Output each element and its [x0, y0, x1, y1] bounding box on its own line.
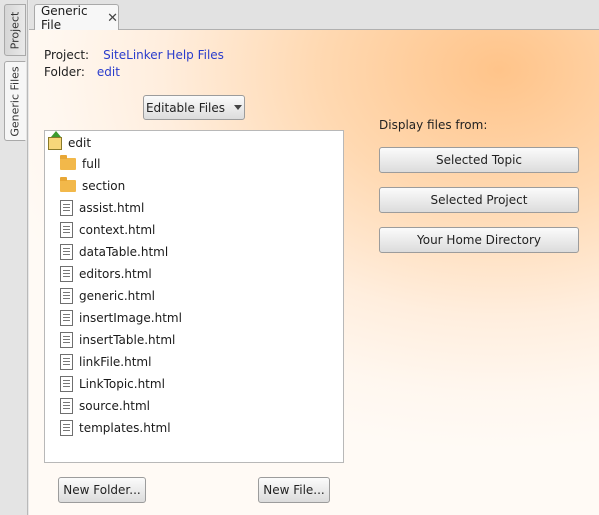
tree-item-label: assist.html — [79, 201, 145, 215]
folder-icon — [60, 155, 76, 170]
list-item[interactable]: generic.html — [60, 285, 155, 307]
tree-root-edit[interactable]: edit — [48, 130, 92, 154]
selected-topic-button[interactable]: Selected Topic — [379, 147, 579, 173]
list-item[interactable]: LinkTopic.html — [60, 373, 165, 395]
file-filter-selected: Editable Files — [145, 100, 226, 115]
file-icon — [60, 310, 73, 326]
list-item[interactable]: section — [60, 175, 125, 197]
file-icon — [60, 222, 73, 238]
tree-item-label: insertImage.html — [79, 311, 182, 325]
display-files-from-label: Display files from: — [379, 118, 488, 132]
generic-file-panel: Project: SiteLinker Help Files Folder: edi… — [29, 30, 599, 515]
project-info: Project: SiteLinker Help Files — [44, 48, 224, 62]
folder-info: Folder: edit — [44, 65, 120, 79]
file-icon — [60, 376, 73, 392]
folder-name: edit — [96, 65, 120, 79]
file-icon — [60, 244, 73, 260]
tree-item-label: LinkTopic.html — [79, 377, 165, 391]
tree-item-label: linkFile.html — [79, 355, 152, 369]
tree-item-label: section — [82, 179, 126, 193]
new-file-button[interactable]: New File... — [258, 477, 330, 503]
list-item[interactable]: editors.html — [60, 263, 152, 285]
list-item[interactable]: insertImage.html — [60, 307, 182, 329]
side-tab-generic-files-label: Generic Files — [8, 65, 22, 137]
side-tab-generic-files[interactable]: Generic Files — [4, 61, 26, 141]
project-name: SiteLinker Help Files — [103, 48, 224, 62]
folder-icon — [60, 177, 76, 192]
close-icon[interactable]: ✕ — [107, 11, 118, 26]
tree-item-label: source.html — [79, 399, 150, 413]
list-item[interactable]: source.html — [60, 395, 150, 417]
list-item[interactable]: dataTable.html — [60, 241, 168, 263]
file-icon — [60, 332, 73, 348]
file-icon — [60, 354, 73, 370]
file-filter-dropdown[interactable]: Editable Files — [143, 95, 245, 120]
home-folder-icon — [48, 130, 62, 150]
file-icon — [60, 266, 73, 282]
list-item[interactable]: linkFile.html — [60, 351, 151, 373]
tree-item-label: insertTable.html — [79, 333, 176, 347]
list-item[interactable]: context.html — [60, 219, 155, 241]
file-icon — [60, 288, 73, 304]
chevron-down-icon — [234, 105, 243, 110]
selected-project-button[interactable]: Selected Project — [379, 187, 579, 213]
tree-item-label: full — [82, 157, 101, 171]
tree-item-label: dataTable.html — [79, 245, 169, 259]
list-item[interactable]: insertTable.html — [60, 329, 175, 351]
file-icon — [60, 420, 73, 436]
list-item[interactable]: assist.html — [60, 197, 144, 219]
file-tree[interactable]: edit full section assist.html context.ht… — [44, 130, 344, 463]
file-icon — [60, 200, 73, 216]
side-tab-project-label: Project — [8, 11, 22, 49]
tree-item-label: editors.html — [79, 267, 152, 281]
editor-tab-bar: Generic File ✕ — [29, 0, 599, 32]
project-label: Project: — [44, 48, 90, 62]
home-directory-button[interactable]: Your Home Directory — [379, 227, 579, 253]
tab-generic-file[interactable]: Generic File ✕ — [34, 4, 119, 32]
list-item[interactable]: templates.html — [60, 417, 171, 439]
side-tab-strip: Project Generic Files — [0, 0, 28, 515]
tree-item-label: edit — [68, 136, 92, 150]
tab-title: Generic File — [41, 4, 88, 32]
tree-item-label: context.html — [79, 223, 156, 237]
tree-item-label: generic.html — [79, 289, 156, 303]
tree-item-label: templates.html — [79, 421, 171, 435]
folder-label: Folder: — [44, 65, 85, 79]
new-folder-button[interactable]: New Folder... — [58, 477, 146, 503]
list-item[interactable]: full — [60, 153, 101, 175]
side-tab-project[interactable]: Project — [4, 4, 26, 56]
file-icon — [60, 398, 73, 414]
